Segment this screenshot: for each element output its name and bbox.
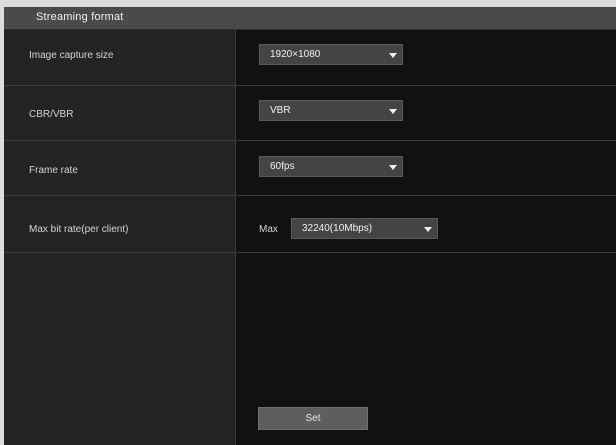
- max-prefix-label: Max: [259, 224, 278, 235]
- chevron-down-icon: [389, 109, 397, 114]
- row-divider: [4, 140, 616, 141]
- cbr-vbr-label: CBR/VBR: [29, 109, 74, 120]
- row-divider: [4, 85, 616, 86]
- max-bit-rate-label: Max bit rate(per client): [29, 224, 129, 235]
- cbr-vbr-select[interactable]: VBR: [259, 100, 403, 121]
- frame-rate-value: 60fps: [270, 161, 295, 172]
- row-divider: [4, 252, 616, 253]
- cbr-vbr-value: VBR: [270, 105, 291, 116]
- label-column: [4, 30, 236, 445]
- frame-rate-select[interactable]: 60fps: [259, 156, 403, 177]
- chevron-down-icon: [424, 227, 432, 232]
- image-capture-size-label: Image capture size: [29, 50, 114, 61]
- section-title: Streaming format: [36, 11, 124, 23]
- max-bit-rate-select[interactable]: 32240(10Mbps): [291, 218, 438, 239]
- chevron-down-icon: [389, 53, 397, 58]
- max-bit-rate-value: 32240(10Mbps): [302, 223, 373, 234]
- image-capture-size-select[interactable]: 1920×1080: [259, 44, 403, 65]
- frame-rate-label: Frame rate: [29, 165, 78, 176]
- chevron-down-icon: [389, 165, 397, 170]
- section-header: Streaming format: [4, 7, 616, 30]
- set-button[interactable]: Set: [258, 407, 368, 430]
- image-capture-size-value: 1920×1080: [270, 49, 321, 60]
- row-divider: [4, 195, 616, 196]
